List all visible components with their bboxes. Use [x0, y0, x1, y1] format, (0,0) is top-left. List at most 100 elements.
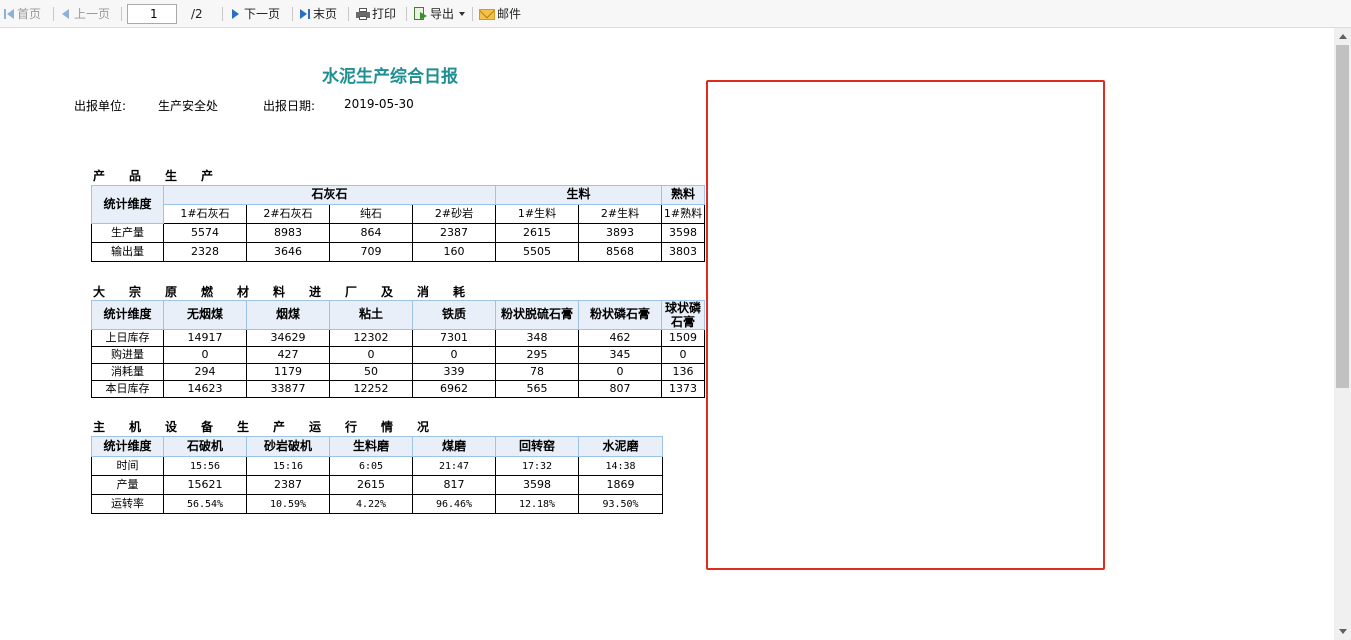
- table-cell: 12302: [329, 329, 413, 347]
- table-cell: 0: [412, 346, 496, 364]
- first-page-arrow-icon: [7, 9, 14, 19]
- unit-label: 出报单位:: [74, 99, 127, 113]
- table-cell: 33877: [246, 380, 330, 398]
- last-page-arrow-icon: [300, 9, 307, 19]
- table-cell: 2615: [329, 475, 413, 495]
- table-cell: 807: [578, 380, 662, 398]
- table-cell: 345: [578, 346, 662, 364]
- scroll-down-arrow-icon[interactable]: [1339, 629, 1347, 634]
- export-label: 导出: [430, 7, 455, 21]
- table-cell: 2387: [246, 475, 330, 495]
- table-cell: 462: [578, 329, 662, 347]
- table-cell: 14917: [163, 329, 247, 347]
- table-cell: 2387: [411, 223, 497, 243]
- first-page-label: 首页: [17, 7, 42, 21]
- table-dim-header: 统计维度: [91, 185, 164, 224]
- table-cell: 6962: [412, 380, 496, 398]
- prev-page-label: 上一页: [74, 7, 111, 21]
- table-cell: 1509: [661, 329, 705, 347]
- group-header: 熟料: [661, 185, 706, 205]
- table-cell: 3598: [495, 475, 579, 495]
- equipment-table: 统计维度 石破机 砂岩破机 生料磨 煤磨 回转窑 水泥磨 时间 15:56 15…: [91, 436, 663, 514]
- highlight-annotation-box: [706, 80, 1105, 570]
- prev-page-button[interactable]: 上一页: [62, 4, 110, 24]
- group-header: 石灰石: [162, 185, 497, 205]
- column-header: 粘土: [329, 300, 413, 330]
- export-icon: [414, 7, 428, 21]
- table-cell: 12252: [329, 380, 413, 398]
- table-cell: 2615: [495, 223, 580, 243]
- table-cell: 3893: [578, 223, 663, 243]
- table-cell: 17:32: [495, 456, 579, 476]
- column-header: 生料磨: [329, 436, 413, 457]
- date-label: 出报日期:: [263, 99, 316, 113]
- print-button[interactable]: 打印: [356, 4, 396, 24]
- last-page-button[interactable]: 末页: [300, 4, 337, 24]
- table-cell: 4.22%: [329, 494, 413, 514]
- table-cell: 160: [411, 242, 497, 262]
- column-header: 1#熟料: [661, 204, 706, 224]
- table-cell: 0: [578, 363, 662, 381]
- table-row: 上日库存 14917 34629 12302 7301 348 462 1509: [91, 329, 705, 347]
- table-cell: 3598: [661, 223, 706, 243]
- row-label: 本日库存: [91, 380, 164, 398]
- next-page-label: 下一页: [244, 7, 281, 21]
- table-cell: 7301: [412, 329, 496, 347]
- column-header: 2#石灰石: [246, 204, 330, 224]
- table-cell: 78: [495, 363, 579, 381]
- table-cell: 14:38: [578, 456, 663, 476]
- row-label: 消耗量: [91, 363, 164, 381]
- product-table: 统计维度 石灰石 生料 熟料 1#石灰石 2#石灰石 纯石 2#砂岩 1#生料 …: [91, 185, 706, 262]
- table-cell: 339: [412, 363, 496, 381]
- scrollbar-thumb[interactable]: [1336, 45, 1349, 388]
- table-cell: 3803: [661, 242, 706, 262]
- table-cell: 15621: [163, 475, 247, 495]
- table-cell: 0: [329, 346, 413, 364]
- first-page-icon: [4, 9, 6, 19]
- table-dim-header: 统计维度: [91, 436, 164, 457]
- mail-button[interactable]: 邮件: [479, 4, 521, 24]
- table-cell: 348: [495, 329, 579, 347]
- table-cell: 14623: [163, 380, 247, 398]
- table-cell: 136: [661, 363, 705, 381]
- vertical-scrollbar[interactable]: [1334, 28, 1351, 640]
- section-title-product: 产 品 生 产: [93, 169, 214, 183]
- table-cell: 15:56: [163, 456, 247, 476]
- table-cell: 50: [329, 363, 413, 381]
- section-title-materials: 大 宗 原 燃 材 料 进 厂 及 消 耗: [93, 285, 466, 299]
- column-header: 粉状磷石膏: [578, 300, 662, 330]
- row-label: 输出量: [91, 242, 164, 262]
- column-header: 水泥磨: [578, 436, 663, 457]
- mail-label: 邮件: [497, 7, 522, 21]
- table-cell: 709: [329, 242, 413, 262]
- table-cell: 1179: [246, 363, 330, 381]
- table-cell: 96.46%: [412, 494, 496, 514]
- table-row: 运转率 56.54% 10.59% 4.22% 96.46% 12.18% 93…: [91, 494, 663, 514]
- prev-page-icon: [62, 9, 69, 19]
- table-cell: 15:16: [246, 456, 330, 476]
- table-row: 购进量 0 427 0 0 295 345 0: [91, 346, 705, 364]
- first-page-button[interactable]: 首页: [4, 4, 41, 24]
- table-cell: 295: [495, 346, 579, 364]
- column-header: 纯石: [329, 204, 413, 224]
- toolbar-separator: [292, 7, 293, 21]
- next-page-button[interactable]: 下一页: [232, 4, 280, 24]
- table-dim-header: 统计维度: [91, 300, 164, 330]
- report-toolbar: 首页 上一页 /2 下一页 末页 打印 导出 邮件: [0, 0, 1351, 28]
- table-cell: 565: [495, 380, 579, 398]
- export-button[interactable]: 导出: [414, 4, 466, 24]
- table-cell: 817: [412, 475, 496, 495]
- table-row: 产量 15621 2387 2615 817 3598 1869: [91, 475, 663, 495]
- table-cell: 1869: [578, 475, 663, 495]
- table-row: 输出量 2328 3646 709 160 5505 8568 3803: [91, 242, 706, 262]
- toolbar-separator: [348, 7, 349, 21]
- table-cell: 34629: [246, 329, 330, 347]
- scroll-up-arrow-icon[interactable]: [1339, 34, 1347, 39]
- table-row: 本日库存 14623 33877 12252 6962 565 807 1373: [91, 380, 705, 398]
- table-cell: 294: [163, 363, 247, 381]
- table-cell: 5574: [163, 223, 247, 243]
- page-number-input[interactable]: [127, 4, 177, 24]
- toolbar-separator: [53, 7, 54, 21]
- table-cell: 10.59%: [246, 494, 330, 514]
- table-cell: 56.54%: [163, 494, 247, 514]
